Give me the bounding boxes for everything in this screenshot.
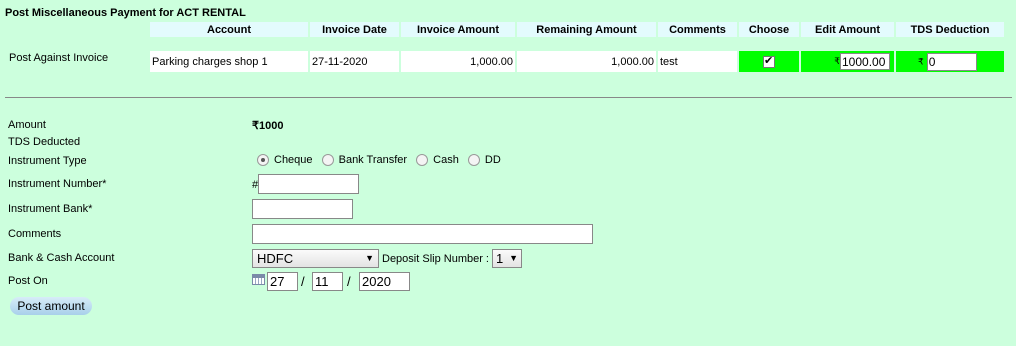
date-separator: / [347,274,351,289]
radio-label-cash: Cash [433,154,459,166]
edit-amount-input[interactable] [840,53,890,70]
post-on-label: Post On [8,275,48,287]
instrument-bank-input[interactable] [252,199,353,219]
bank-cash-account-label: Bank & Cash Account [8,252,115,264]
table-header-choose: Choose [739,22,799,37]
amount-label: Amount [8,119,46,131]
post-on-year-input[interactable]: 2020 [359,272,410,291]
radio-label-dd: DD [484,154,501,166]
choose-checkbox[interactable]: ✔ [763,54,775,68]
radio-option-dd[interactable]: DD [467,154,501,167]
comments-cell: test [658,51,737,72]
invoice-date-cell: 27-11-2020 [310,51,399,72]
amount-value: ₹1000 [252,120,284,132]
radio-option-cheque[interactable]: Cheque [257,154,313,167]
post-amount-button[interactable]: Post amount [10,297,92,315]
table-header-invoice-date: Invoice Date [310,22,399,37]
edit-amount-cell: ₹ [801,51,894,72]
divider [5,97,1012,98]
remaining-amount-cell: 1,000.00 [517,51,656,72]
chevron-down-icon: ▼ [365,253,374,263]
date-separator: / [301,274,305,289]
table-header-row: Account Invoice Date Invoice Amount Rema… [7,22,1004,37]
table-header-invoice-amount: Invoice Amount [401,22,515,37]
radio-label-cheque: Cheque [274,154,313,166]
rupee-symbol: ₹ [918,56,924,66]
calendar-icon[interactable] [252,274,265,285]
table-header-edit-amount: Edit Amount [801,22,894,37]
deposit-slip-selected-value: 1 [496,251,504,266]
instrument-type-radio-group: Cheque Bank Transfer Cash DD [257,154,507,167]
invoice-table: Account Invoice Date Invoice Amount Rema… [5,20,1006,74]
table-header-remaining-amount: Remaining Amount [517,22,656,37]
table-header-account: Account [150,22,308,37]
table-row: Post Against Invoice Parking charges sho… [7,51,1004,72]
radio-option-cash[interactable]: Cash [416,154,459,167]
radio-cash[interactable] [416,154,429,167]
post-on-month-input[interactable]: 11 [312,272,343,291]
instrument-number-input[interactable] [258,174,359,194]
account-cell: Parking charges shop 1 [150,51,308,72]
radio-dd[interactable] [467,154,480,167]
bank-account-select[interactable]: HDFC ▼ [252,249,379,268]
comments-input[interactable] [252,224,593,244]
deposit-slip-select[interactable]: 1 ▼ [492,249,522,268]
chevron-down-icon: ▼ [509,253,518,263]
instrument-number-label: Instrument Number* [8,178,107,190]
choose-cell: ✔ [739,51,799,72]
tds-deducted-label: TDS Deducted [8,136,81,148]
table-header-tds-deduction: TDS Deduction [896,22,1004,37]
radio-cheque[interactable] [257,154,269,167]
radio-option-bank-transfer[interactable]: Bank Transfer [321,154,408,167]
deposit-slip-label: Deposit Slip Number : [382,253,489,265]
comments-label: Comments [8,228,62,240]
instrument-bank-label: Instrument Bank* [8,203,93,215]
invoice-amount-cell: 1,000.00 [401,51,515,72]
page-title: Post Miscellaneous Payment for ACT RENTA… [5,7,246,19]
post-on-day-input[interactable]: 27 [267,272,298,291]
radio-bank-transfer[interactable] [321,154,334,167]
bank-account-selected-value: HDFC [257,251,294,266]
check-icon: ✔ [764,54,774,67]
radio-label-bank-transfer: Bank Transfer [338,154,408,166]
instrument-type-label: Instrument Type [8,155,87,167]
tds-deduction-input[interactable] [926,52,977,71]
tds-deduction-cell: ₹ [896,51,1004,72]
table-header-comments: Comments [658,22,737,37]
table-header-blank [7,22,148,37]
row-label: Post Against Invoice [9,52,109,64]
